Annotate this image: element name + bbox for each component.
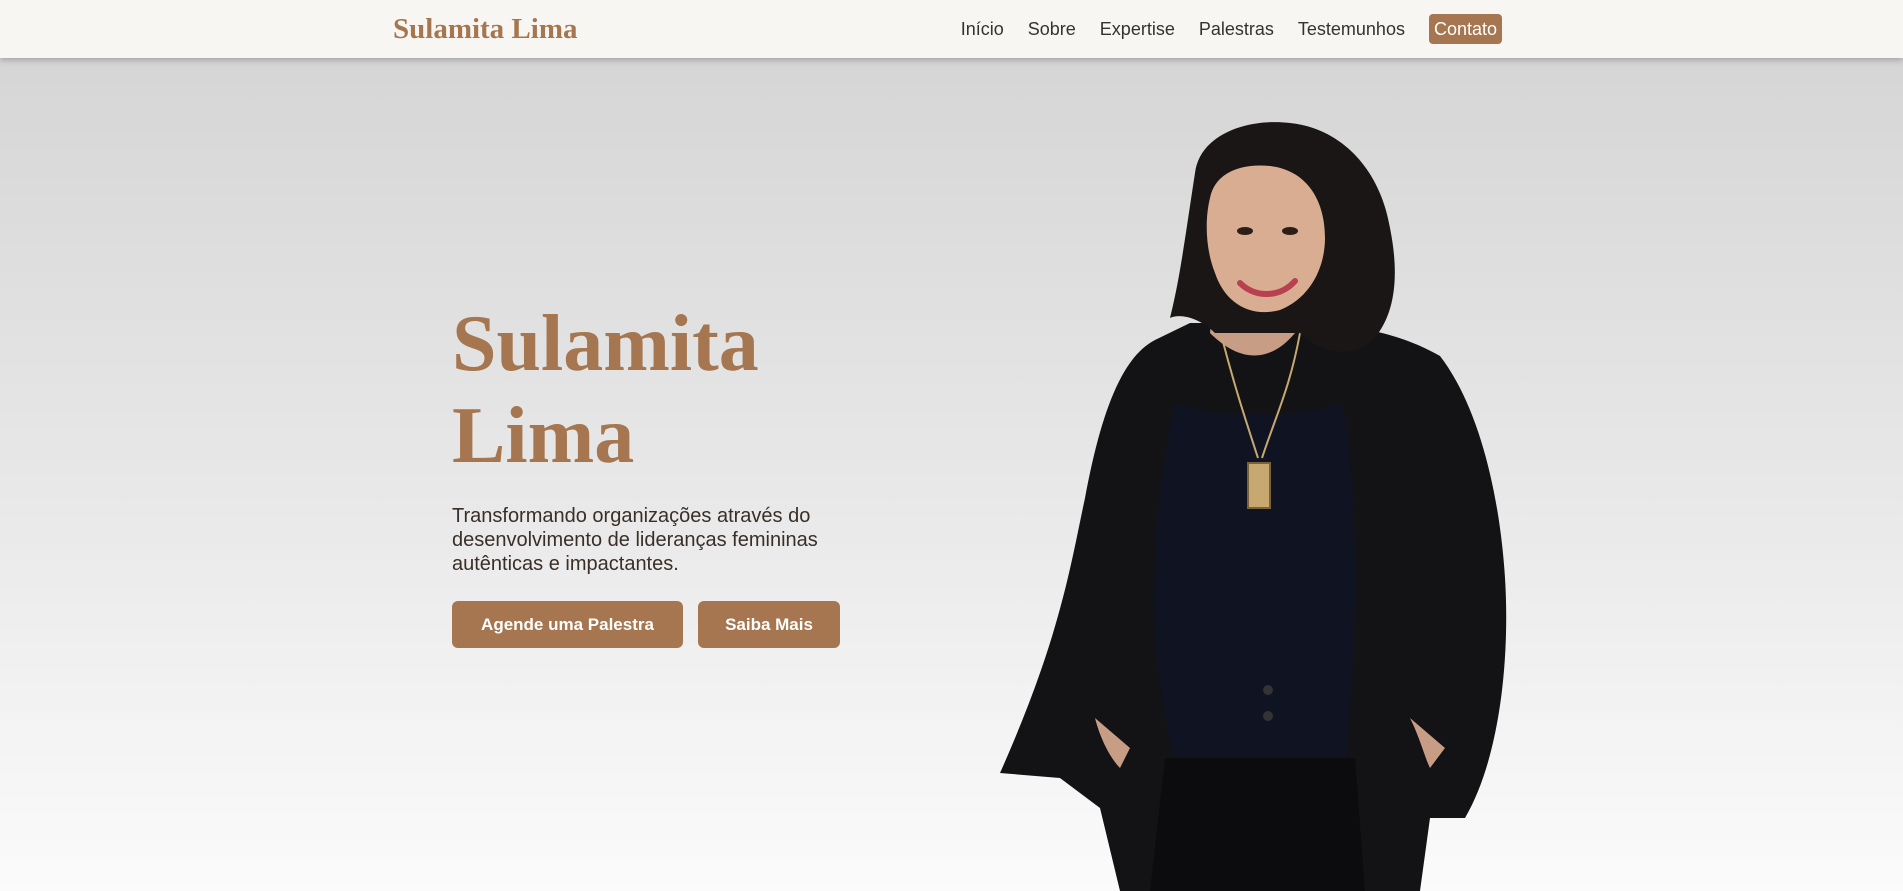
navbar: Sulamita Lima Início Sobre Expertise Pal…: [0, 0, 1903, 58]
hero-section: Sulamita Lima Transformando organizações…: [452, 298, 902, 648]
brand-logo[interactable]: Sulamita Lima: [393, 10, 578, 48]
hero-buttons: Agende uma Palestra Saiba Mais: [452, 601, 902, 648]
nav-link-contato[interactable]: Contato: [1428, 14, 1502, 44]
nav-link-expertise[interactable]: Expertise: [1100, 14, 1175, 44]
hero-title: Sulamita Lima: [452, 298, 902, 482]
portrait-top: [1154, 403, 1355, 768]
nav-link-testemunhos[interactable]: Testemunhos: [1298, 14, 1405, 44]
portrait-eye-right: [1282, 227, 1298, 235]
portrait-button-1: [1263, 685, 1273, 695]
nav-link-inicio[interactable]: Início: [961, 14, 1004, 44]
hero-subtitle: Transformando organizações através do de…: [452, 505, 818, 575]
hero-title-line-2: Lima: [452, 392, 635, 480]
learn-more-button[interactable]: Saiba Mais: [698, 601, 840, 648]
schedule-talk-button[interactable]: Agende uma Palestra: [452, 601, 683, 648]
portrait-button-2: [1263, 711, 1273, 721]
nav-menu: Início Sobre Expertise Palestras Testemu…: [961, 14, 1502, 44]
portrait-pants: [1150, 758, 1365, 891]
nav-link-palestras[interactable]: Palestras: [1199, 14, 1274, 44]
portrait-pendant: [1247, 462, 1271, 509]
portrait-image: [1000, 122, 1507, 891]
portrait-eye-left: [1237, 227, 1253, 235]
hero-title-line-1: Sulamita: [452, 300, 759, 388]
nav-link-sobre[interactable]: Sobre: [1028, 14, 1076, 44]
